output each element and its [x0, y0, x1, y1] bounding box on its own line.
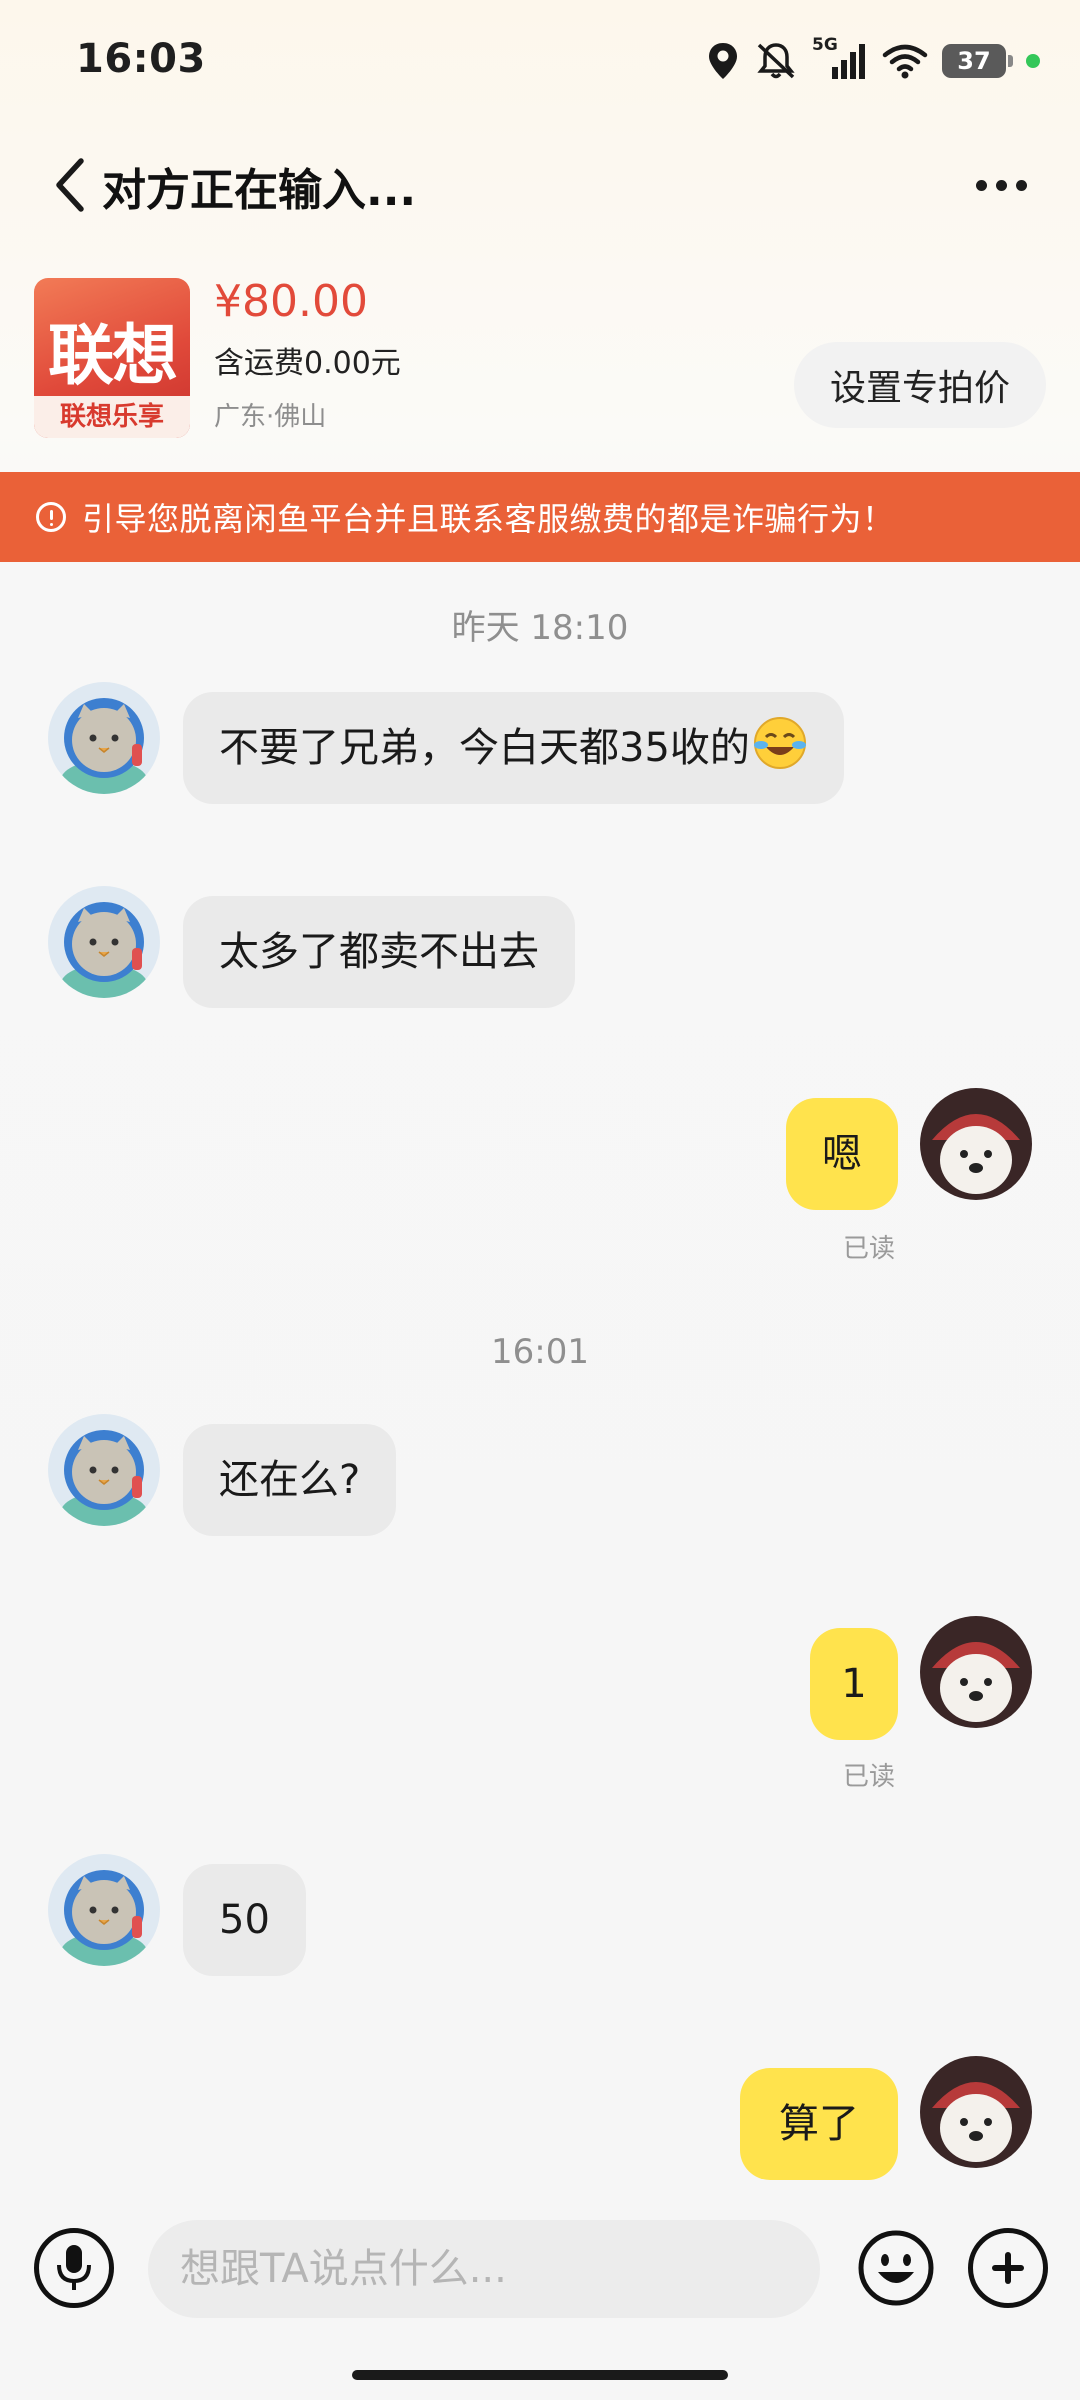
product-location: 广东·佛山 [214, 402, 327, 432]
thumb-logo: 联想 [48, 317, 178, 394]
message-text: 太多了都卖不出去 [219, 929, 539, 975]
message-bubble-incoming[interactable]: 太多了都卖不出去 [183, 896, 575, 1008]
battery-level: 37 [957, 47, 991, 75]
product-card[interactable]: 联想 联想乐享 ¥80.00 含运费0.00元 广东·佛山 设置专拍价 [0, 270, 1080, 470]
plus-icon[interactable] [968, 2228, 1048, 2308]
thumb-caption: 联想乐享 [34, 396, 190, 438]
message-bubble-incoming[interactable]: 50 [183, 1864, 306, 1976]
crying-laughing-emoji-icon [753, 717, 806, 769]
message-text: 50 [219, 1897, 270, 1943]
microphone-icon [57, 2245, 91, 2290]
message-text: 算了 [779, 2101, 859, 2147]
message-input[interactable] [148, 2220, 820, 2318]
product-thumbnail[interactable]: 联想 联想乐享 [34, 278, 190, 438]
header-title: 对方正在输入... [102, 165, 417, 216]
location-icon [709, 43, 737, 79]
contact-avatar[interactable] [48, 682, 160, 794]
my-avatar[interactable] [920, 2056, 1032, 2168]
status-bar: 16:03 5G 37 [0, 0, 1080, 120]
message-bubble-outgoing[interactable]: 嗯 [786, 1098, 898, 1210]
my-avatar[interactable] [920, 1088, 1032, 1200]
product-price: ¥80.00 [214, 276, 368, 327]
wifi-icon [882, 44, 928, 79]
input-bar [0, 2200, 1080, 2340]
message-text: 1 [841, 1661, 867, 1707]
signal-icon: 5G [812, 35, 868, 83]
product-shipping: 含运费0.00元 [214, 346, 401, 381]
message-text: 嗯 [822, 1131, 862, 1177]
my-avatar[interactable] [920, 1616, 1032, 1728]
message-bubble-outgoing[interactable]: 算了 [740, 2068, 898, 2180]
message-text: 不要了兄弟，今白天都35收的 [219, 725, 750, 771]
chevron-left-icon [56, 158, 84, 212]
timestamp: 16:01 [491, 1332, 589, 1372]
alert-circle-icon [36, 502, 66, 532]
message-bubble-outgoing[interactable]: 1 [810, 1628, 898, 1740]
mute-icon [757, 43, 795, 79]
contact-avatar[interactable] [48, 1414, 160, 1526]
more-dots-icon [975, 179, 987, 191]
message-bubble-incoming[interactable]: 还在么? [183, 1424, 397, 1536]
timestamp: 昨天 18:10 [451, 608, 629, 648]
back-button[interactable] [40, 150, 100, 220]
privacy-indicator [1026, 54, 1040, 68]
status-time: 16:03 [76, 36, 206, 82]
contact-avatar[interactable] [48, 1854, 160, 1966]
message-text: 还在么? [219, 1457, 361, 1503]
set-special-price-button[interactable]: 设置专拍价 [794, 342, 1046, 428]
more-button[interactable] [966, 160, 1036, 210]
message-bubble-incoming[interactable]: 不要了兄弟，今白天都35收的 [183, 692, 844, 804]
warning-text: 引导您脱离闲鱼平台并且联系客服缴费的都是诈骗行为！ [82, 500, 895, 538]
home-indicator[interactable] [352, 2370, 728, 2380]
chat-header: 对方正在输入... [0, 140, 1080, 230]
fraud-warning-banner: 引导您脱离闲鱼平台并且联系客服缴费的都是诈骗行为！ [0, 472, 1080, 562]
read-status: 已读 [843, 1234, 896, 1264]
contact-avatar[interactable] [48, 886, 160, 998]
battery-icon: 37 [942, 44, 1013, 78]
emoji-face-icon[interactable] [856, 2228, 936, 2308]
status-icons: 5G 37 [706, 35, 1040, 84]
voice-button[interactable] [34, 2228, 114, 2308]
read-status: 已读 [843, 1762, 896, 1792]
